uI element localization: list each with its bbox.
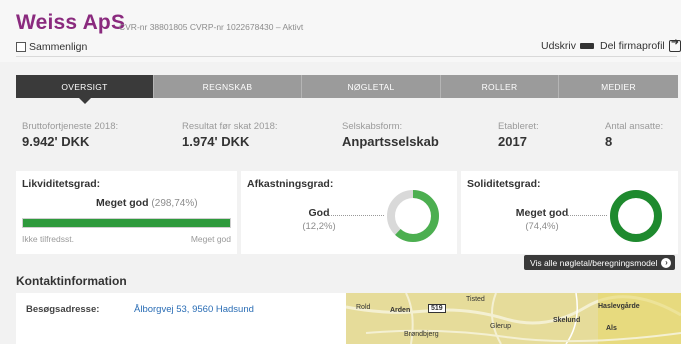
liquidity-ratio-card: Likviditetsgrad: Meget god (298,74%) Ikk…	[16, 171, 237, 254]
return-rating: God	[308, 207, 330, 219]
return-donut	[387, 190, 439, 242]
key-figure-value: 8	[605, 134, 613, 149]
printer-icon	[580, 40, 595, 54]
compare-toggle[interactable]: Sammenlign	[16, 41, 87, 53]
map-road-number: 519	[428, 304, 446, 313]
share-icon	[668, 37, 681, 52]
solidity-label: Meget god (74,4%)	[509, 207, 575, 232]
company-profile-page: Weiss ApS CVR-nr 38801805 CVRP-nr 102267…	[0, 0, 681, 344]
key-figure-label: Selskabsform:	[342, 121, 403, 132]
map-roads	[346, 293, 681, 344]
liquidity-rating-text: Meget god	[96, 197, 149, 209]
solidity-ratio-card: Soliditetsgrad: Meget god (74,4%)	[461, 171, 678, 254]
solidity-title: Soliditetsgrad:	[467, 178, 541, 190]
map-place-label: Rold	[356, 304, 371, 311]
liquidity-scale-high: Meget god	[190, 234, 231, 244]
contact-section-title: Kontaktinformation	[16, 274, 127, 288]
compare-checkbox[interactable]	[16, 42, 26, 52]
liquidity-rating: Meget god (298,74%)	[96, 197, 198, 209]
key-figure-label: Bruttofortjeneste 2018:	[22, 121, 119, 132]
return-ratio-card: Afkastningsgrad: God (12,2%)	[241, 171, 457, 254]
return-title: Afkastningsgrad:	[247, 178, 334, 190]
contact-info-box: Besøgsadresse: Ålborgvej 53, 9560 Hadsun…	[16, 293, 346, 344]
key-figure-company-form: Selskabsform: Anpartsselskab	[342, 121, 439, 149]
map-place-label: Als	[606, 325, 617, 332]
map-place-label: Brøndbjerg	[404, 331, 439, 338]
key-figure-established: Etableret: 2017	[498, 121, 539, 149]
liquidity-scale-low: Ikke tilfredsst.	[22, 234, 74, 244]
print-label: Udskriv	[541, 40, 577, 52]
return-label: God (12,2%)	[295, 207, 343, 232]
print-button[interactable]: Udskriv	[541, 40, 595, 54]
map-place-label: Glerup	[490, 323, 512, 330]
key-figure-value: Anpartsselskab	[342, 134, 439, 149]
tab-regnskab[interactable]: REGNSKAB	[154, 75, 302, 98]
return-leader-line	[327, 215, 384, 216]
show-all-ratios-label: Vis alle nøgletal/beregningsmodel	[530, 257, 658, 268]
tab-roller[interactable]: ROLLER	[441, 75, 559, 98]
key-figure-value: 2017	[498, 134, 527, 149]
key-figure-value: 1.974' DKK	[182, 134, 250, 149]
share-profile-button[interactable]: Del firmaprofil	[600, 37, 681, 52]
return-percent: (12,2%)	[302, 221, 336, 232]
show-all-ratios-button[interactable]: Vis alle nøgletal/beregningsmodel ›	[524, 255, 675, 270]
key-figure-gross-profit: Bruttofortjeneste 2018: 9.942' DKK	[22, 121, 118, 149]
liquidity-percent: (298,74%)	[151, 198, 198, 209]
compare-label: Sammenlign	[29, 41, 88, 53]
key-figure-label: Antal ansatte:	[605, 121, 664, 132]
solidity-percent: (74,4%)	[525, 221, 559, 232]
liquidity-title: Likviditetsgrad:	[22, 178, 101, 190]
map-place-label: Tisted	[466, 296, 485, 303]
share-label: Del firmaprofil	[600, 40, 665, 52]
map-place-label: Skelund	[553, 317, 581, 324]
key-figure-employees: Antal ansatte: 8	[605, 121, 663, 149]
arrow-right-icon: ›	[661, 257, 672, 268]
company-registration-info: CVR-nr 38801805 CVRP-nr 1022678430 – Akt…	[119, 22, 304, 32]
liquidity-bar	[22, 218, 231, 228]
address-label: Besøgsadresse:	[26, 304, 100, 315]
key-figure-label: Etableret:	[498, 121, 539, 132]
map-place-label: Arden	[390, 307, 411, 314]
tab-oversigt[interactable]: OVERSIGT	[16, 75, 154, 104]
key-figure-value: 9.942' DKK	[22, 134, 90, 149]
key-figure-pretax-result: Resultat før skat 2018: 1.974' DKK	[182, 121, 278, 149]
liquidity-bar-fill	[23, 219, 230, 227]
solidity-donut	[610, 190, 662, 242]
key-figure-label: Resultat før skat 2018:	[182, 121, 278, 132]
tab-medier[interactable]: MEDIER	[559, 75, 678, 98]
solidity-donut-arc	[610, 190, 662, 242]
profile-tabs: OVERSIGT REGNSKAB NØGLETAL ROLLER MEDIER	[16, 75, 678, 104]
location-map[interactable]: Rold Arden 519 Tisted Haslevgårde Skelun…	[346, 293, 681, 344]
company-name: Weiss ApS	[16, 11, 126, 34]
tab-noegletal[interactable]: NØGLETAL	[302, 75, 441, 98]
address-link[interactable]: Ålborgvej 53, 9560 Hadsund	[134, 304, 254, 315]
map-place-label: Haslevgårde	[598, 303, 640, 310]
profile-header: Weiss ApS CVR-nr 38801805 CVRP-nr 102267…	[0, 0, 681, 62]
solidity-leader-line	[565, 215, 607, 216]
solidity-rating: Meget god	[515, 207, 569, 219]
header-divider	[16, 56, 677, 57]
